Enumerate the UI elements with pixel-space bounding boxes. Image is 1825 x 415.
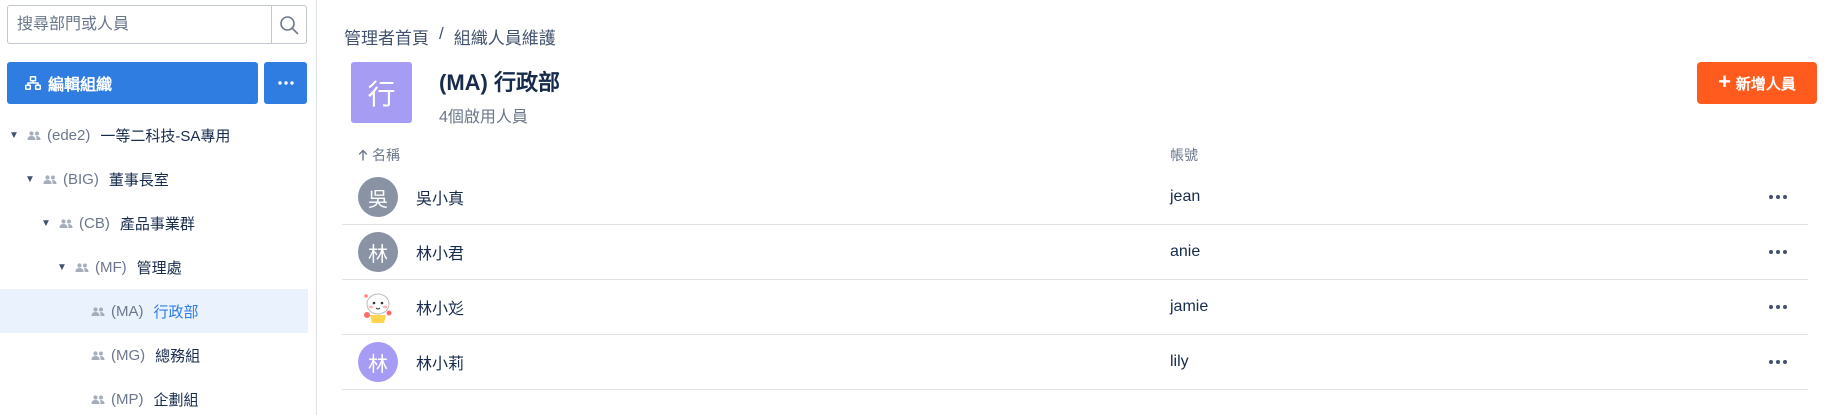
caret-down-icon[interactable]: ▼ <box>40 218 52 229</box>
breadcrumb: 管理者首頁 / 組織人員維護 <box>344 24 556 49</box>
search-input[interactable] <box>8 6 271 43</box>
tree-item-label: 管理處 <box>136 259 182 277</box>
avatar <box>358 287 398 327</box>
main-content: 管理者首頁 / 組織人員維護 行 (MA) 行政部 4個啟用人員 + 新增人員 … <box>318 0 1825 415</box>
column-header-name[interactable]: 名稱 <box>342 145 1170 165</box>
arrow-up-icon <box>358 149 368 161</box>
caret-down-icon[interactable]: ▼ <box>24 174 36 185</box>
table-body: 吳吳小真 jean 林林小君 anie 林小彣 jamie 林林小莉 lily <box>342 170 1808 390</box>
table-header: 名稱 帳號 <box>342 140 1808 170</box>
row-more-button[interactable] <box>1758 347 1798 377</box>
tree-item-code: (MF) <box>95 258 127 276</box>
tree-item-code: (BIG) <box>63 170 99 188</box>
edit-org-label: 編輯組織 <box>48 77 113 94</box>
table-row[interactable]: 林 林小莉 lily <box>342 335 1808 390</box>
tree-item-label: 產品事業群 <box>119 215 195 233</box>
breadcrumb-home[interactable]: 管理者首頁 <box>344 24 429 49</box>
group-icon <box>75 262 89 272</box>
group-icon <box>27 130 41 140</box>
column-header-name-label: 名稱 <box>372 147 400 163</box>
tree-item[interactable]: ▼ (ede2) 一等二科技-SA專用 <box>0 113 308 157</box>
tree-item-code: (MG) <box>111 346 146 364</box>
search-box <box>7 5 307 44</box>
table-row[interactable]: 吳 吳小真 jean <box>342 170 1808 225</box>
org-chart-icon <box>25 76 41 90</box>
tree-item-label: 總務組 <box>155 347 201 365</box>
add-user-label: 新增人員 <box>1735 75 1796 93</box>
tree-item[interactable]: ▼ (BIG) 董事長室 <box>0 157 308 201</box>
more-horizontal-icon <box>1769 195 1787 199</box>
search-icon <box>280 15 299 34</box>
cartoon-avatar-image <box>358 287 398 327</box>
row-more-button[interactable] <box>1758 182 1798 212</box>
department-avatar: 行 <box>351 62 412 123</box>
caret-down-icon[interactable]: ▼ <box>56 262 68 273</box>
add-user-button[interactable]: + 新增人員 <box>1697 62 1817 104</box>
cell-name: 吳 吳小真 <box>342 177 1170 217</box>
member-account: jamie <box>1170 298 1209 315</box>
cell-name: 林 林小莉 <box>342 342 1170 382</box>
tree-item-label: 企劃組 <box>153 391 199 409</box>
group-icon <box>91 350 105 360</box>
more-horizontal-icon <box>1769 360 1787 364</box>
tree-item-label: 董事長室 <box>108 171 169 189</box>
search-button[interactable] <box>271 6 306 43</box>
sidebar: 編輯組織 ▼ (ede2) 一等二科技-SA專用 ▼ (BIG) 董事長室 ▼ (CB) 產品事… <box>0 0 317 415</box>
tree-item[interactable]: ▼(MG)總務組 <box>0 333 308 377</box>
edit-org-button[interactable]: 編輯組織 <box>7 62 258 104</box>
tree-item[interactable]: ▼(MA)行政部 <box>0 289 308 333</box>
avatar: 林 <box>358 342 398 382</box>
caret-down-icon[interactable]: ▼ <box>8 130 20 141</box>
member-name: 吳小真 <box>416 191 465 208</box>
tree-item-code: (ede2) <box>47 126 91 144</box>
group-icon <box>91 306 105 316</box>
tree-item[interactable]: ▼ (CB) 產品事業群 <box>0 201 308 245</box>
tree-item-label: 行政部 <box>153 303 199 321</box>
avatar: 吳 <box>358 177 398 217</box>
breadcrumb-separator: / <box>439 24 444 43</box>
tree-item[interactable]: ▼ (MF) 管理處 <box>0 245 308 289</box>
sidebar-more-button[interactable] <box>264 62 307 104</box>
cell-name: 林 林小君 <box>342 232 1170 272</box>
department-title: (MA) 行政部 <box>439 70 560 95</box>
avatar: 林 <box>358 232 398 272</box>
member-account: anie <box>1170 243 1201 260</box>
row-more-button[interactable] <box>1758 292 1798 322</box>
member-name: 林小彣 <box>416 301 465 318</box>
member-table: 名稱 帳號 吳吳小真 jean 林林小君 anie 林小彣 jamie 林林小莉 lily <box>342 140 1808 390</box>
member-account: jean <box>1170 188 1201 205</box>
department-active-count: 4個啟用人員 <box>439 109 528 126</box>
breadcrumb-current: 組織人員維護 <box>453 29 556 48</box>
member-account: lily <box>1170 353 1189 370</box>
table-row[interactable]: 林 林小君 anie <box>342 225 1808 280</box>
column-header-account[interactable]: 帳號 <box>1170 145 1808 165</box>
tree-item[interactable]: ▼(MP)企劃組 <box>0 377 308 415</box>
member-name: 林小莉 <box>416 356 465 373</box>
member-name: 林小君 <box>416 246 465 263</box>
group-icon <box>91 394 105 404</box>
more-horizontal-icon <box>1769 305 1787 309</box>
tree-item-code: (CB) <box>79 214 110 232</box>
plus-icon: + <box>1718 69 1731 94</box>
more-horizontal-icon <box>1769 250 1787 254</box>
group-icon <box>43 174 57 184</box>
org-tree: ▼ (ede2) 一等二科技-SA專用 ▼ (BIG) 董事長室 ▼ (CB) 產品事業群 ▼ (M… <box>0 113 308 415</box>
row-more-button[interactable] <box>1758 237 1798 267</box>
cell-name: 林小彣 <box>342 287 1170 327</box>
more-horizontal-icon <box>277 81 294 85</box>
group-icon <box>59 218 73 228</box>
tree-item-label: 一等二科技-SA專用 <box>100 127 231 145</box>
tree-item-code: (MA) <box>111 302 144 320</box>
tree-item-code: (MP) <box>111 390 144 408</box>
table-row[interactable]: 林小彣 jamie <box>342 280 1808 335</box>
